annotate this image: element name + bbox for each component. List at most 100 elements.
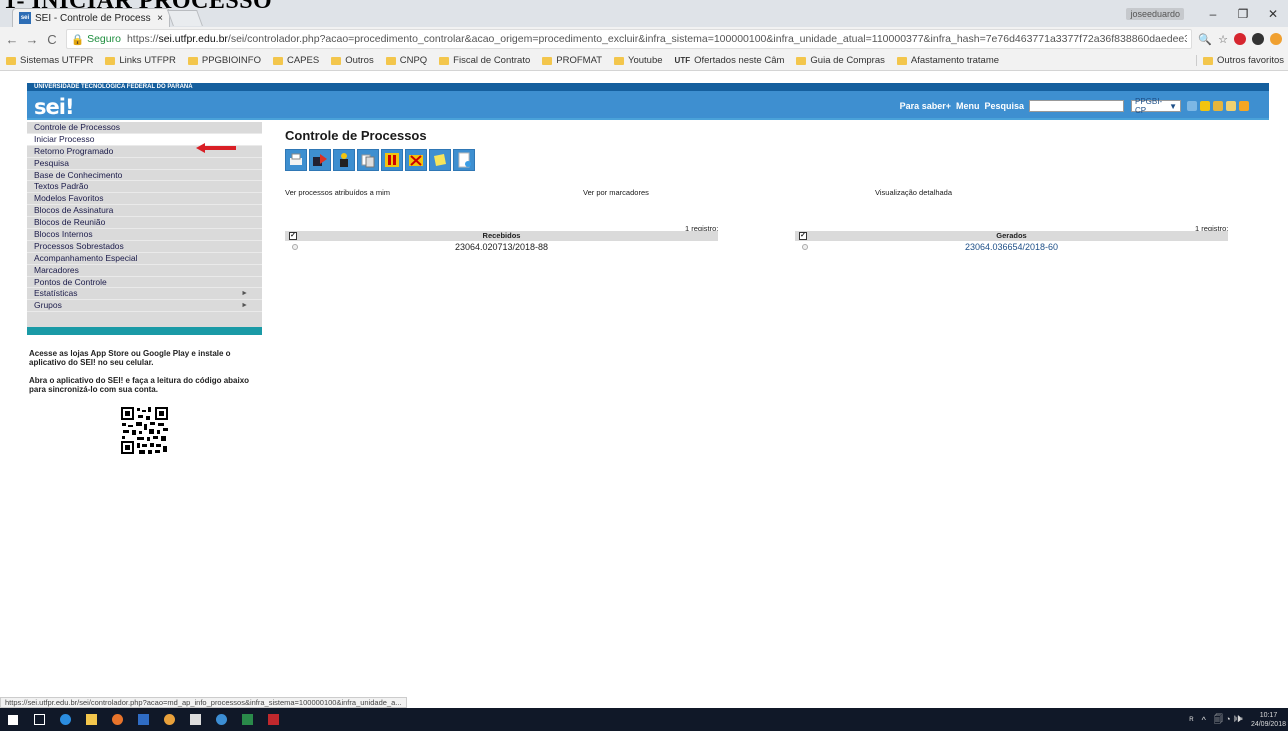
user-icon[interactable] [1213,101,1223,111]
sidebar-item-textos-padrao[interactable]: Textos Padrão [27,181,262,194]
minimize-icon[interactable]: – [1198,7,1228,21]
zoom-icon[interactable]: 🔍 [1198,33,1212,46]
row-checkbox[interactable] [292,244,298,250]
menu-link[interactable]: Menu [956,101,980,111]
sidebar-item-pontos-de-controle[interactable]: Pontos de Controle [27,277,262,289]
row-checkbox[interactable] [802,244,808,250]
folder-icon [105,56,116,65]
star-icon[interactable]: ☆ [1218,33,1228,46]
task-view-icon [33,714,45,725]
bookmark-item[interactable]: Links UTFPR [105,55,176,66]
unit-select[interactable]: PPGBI-CP ▼ [1131,97,1181,115]
excel-button[interactable] [234,708,260,731]
bookmark-item[interactable]: Youtube [614,55,663,66]
process-number-link[interactable]: 23064.036654/2018-60 [965,242,1058,252]
back-icon[interactable]: ← [4,32,20,47]
sidebar-item-estatisticas[interactable]: Estatísticas ► [27,288,262,301]
sidebar-item-processos-sobrestados[interactable]: Processos Sobrestados [27,241,262,253]
app-button[interactable] [182,708,208,731]
chevron-up-icon[interactable]: ^ [1202,715,1206,725]
sidebar-item-grupos[interactable]: Grupos ► [27,300,262,313]
filter-markers-link[interactable]: Ver por marcadores [583,188,649,197]
file-explorer-button[interactable] [78,708,104,731]
other-bookmarks[interactable]: Outros favoritos [1195,55,1284,66]
clock[interactable]: 10:17 24/09/2018 [1251,711,1286,729]
grid-icon[interactable] [1187,101,1197,111]
sidebar-item-blocos-de-reuniao[interactable]: Blocos de Reunião [27,217,262,230]
word-button[interactable] [130,708,156,731]
sidebar-item-base-de-conhecimento[interactable]: Base de Conhecimento [27,170,262,182]
profile-badge[interactable]: joseeduardo [1126,7,1184,20]
edge-button[interactable] [52,708,78,731]
extension-red-icon[interactable] [1234,33,1246,45]
sidebar-item-modelos-favoritos[interactable]: Modelos Favoritos [27,193,262,206]
tools-icon[interactable] [1226,101,1236,111]
reload-icon[interactable]: C [44,32,60,47]
folder-icon [614,56,625,65]
table-row: 23064.020713/2018-88 [285,241,718,253]
sidebar-item-marcadores[interactable]: Marcadores [27,265,262,277]
folder-icon [796,56,807,65]
assign-process-button[interactable] [333,149,355,171]
duplicate-button[interactable] [357,149,379,171]
close-window-icon[interactable]: ✕ [1258,7,1288,21]
exit-icon[interactable] [1239,101,1249,111]
pause-icon [385,153,399,167]
sidebar-item-pesquisa[interactable]: Pesquisa [27,158,262,170]
start-button[interactable] [0,708,26,731]
app2-icon [215,714,227,725]
pause-process-button[interactable] [381,149,403,171]
sidebar-item-controle-de-processos[interactable]: Controle de Processos [27,122,262,134]
chrome-button[interactable] [156,708,182,731]
sei-search-input[interactable] [1029,100,1124,112]
bookmark-item[interactable]: Afastamento tratame [896,55,999,66]
sei-logo[interactable]: sei! [34,95,74,119]
tray-icons[interactable]: 🗐 ◔ 🕪 [1214,712,1243,728]
extension-orange-icon[interactable] [1270,33,1282,45]
sidebar-item-blocos-de-assinatura[interactable]: Blocos de Assinatura [27,205,262,218]
bookmark-item[interactable]: PPGBIOINFO [187,55,261,66]
firefox-button[interactable] [104,708,130,731]
new-document-button[interactable] [453,149,475,171]
table-header: ✓ Gerados [795,231,1228,241]
bookmark-item[interactable]: PROFMAT [542,55,602,66]
app2-button[interactable] [208,708,234,731]
bookmark-item[interactable]: Sistemas UTFPR [6,55,93,66]
sei-header-bar: sei! Para saber+ Menu Pesquisa PPGBI-CP ▼ [27,91,1269,120]
secure-label: Seguro [87,33,121,45]
submenu-arrow-icon: ► [241,302,248,310]
note-button[interactable] [429,149,451,171]
bookmark-item[interactable]: Fiscal de Contrato [439,55,530,66]
folder-icon [896,56,907,65]
bookmark-item[interactable]: CAPES [272,55,319,66]
bookmark-item[interactable]: Guia de Compras [796,55,885,66]
extension-dark-icon[interactable] [1252,33,1264,45]
maximize-icon[interactable]: ❐ [1228,7,1258,21]
select-all-checkbox[interactable]: ✓ [289,232,297,240]
select-all-checkbox[interactable]: ✓ [799,232,807,240]
close-process-button[interactable] [405,149,427,171]
people-icon[interactable]: ᴿ [1190,715,1194,725]
send-process-button[interactable] [309,149,331,171]
table-row: 23064.036654/2018-60 [795,241,1228,253]
pesquisa-link[interactable]: Pesquisa [984,101,1024,111]
filter-assigned-link[interactable]: Ver processos atribuídos a mim [285,188,390,197]
task-view-button[interactable] [26,708,52,731]
bookmark-item[interactable]: UTF Ofertados neste Câm [675,55,785,66]
para-saber-link[interactable]: Para saber+ [900,101,951,111]
bookmark-item[interactable]: CNPQ [385,55,427,66]
pdf-button[interactable] [260,708,286,731]
bookmark-item[interactable]: Outros [331,55,374,66]
process-number-link[interactable]: 23064.020713/2018-88 [455,242,548,252]
forward-icon[interactable]: → [24,32,40,47]
url-text: https://sei.utfpr.edu.br/sei/controlador… [126,33,1187,45]
person-icon [340,153,348,167]
sidebar-item-acompanhamento-especial[interactable]: Acompanhamento Especial [27,253,262,265]
url-input[interactable]: 🔒 Seguro https://sei.utfpr.edu.br/sei/co… [66,29,1193,49]
sidebar-item-blocos-internos[interactable]: Blocos Internos [27,229,262,241]
folder-icon [272,56,283,65]
edge-icon [59,714,71,725]
detailed-view-link[interactable]: Visualização detalhada [875,188,952,197]
news-icon[interactable] [1200,101,1210,111]
print-button[interactable] [285,149,307,171]
